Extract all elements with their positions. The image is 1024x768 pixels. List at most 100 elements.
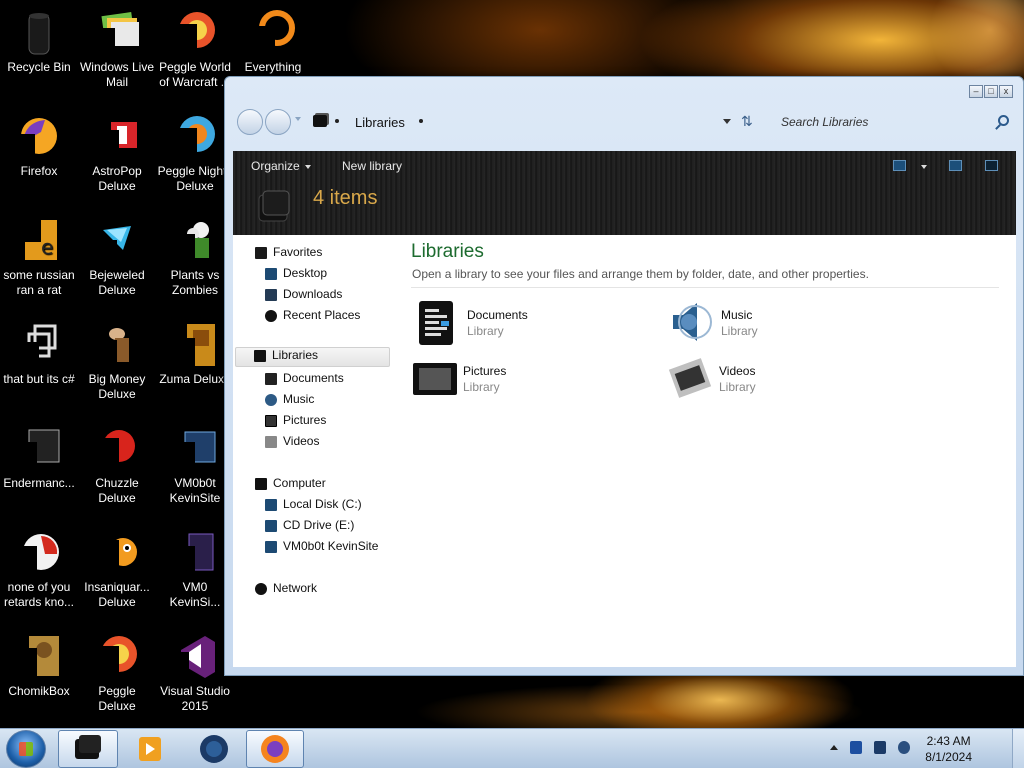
nav-item-recent-places[interactable]: Recent Places [265, 308, 360, 328]
recent-pages-dropdown[interactable] [295, 117, 301, 121]
show-desktop-button[interactable] [1012, 729, 1024, 768]
nav-item-computer[interactable]: Computer [255, 476, 326, 496]
nav-item-downloads[interactable]: Downloads [265, 287, 342, 307]
desktop-icon-astropop[interactable]: AstroPop Deluxe [78, 108, 156, 208]
library-documents[interactable]: Documents Library [415, 299, 655, 349]
breadcrumb-separator[interactable] [419, 119, 423, 123]
library-type: Library [463, 380, 500, 394]
desktop-icon-peggle-deluxe[interactable]: Peggle Deluxe [78, 628, 156, 728]
nav-item-libraries[interactable]: Libraries [235, 347, 390, 367]
nav-item-label: Libraries [272, 348, 319, 362]
network-drive-icon [265, 540, 277, 553]
taskbar-globe-app[interactable] [184, 730, 244, 768]
new-library-button[interactable]: New library [342, 159, 402, 173]
network-icon[interactable] [874, 741, 886, 754]
nav-item-music[interactable]: Music [265, 392, 314, 412]
taskbar-explorer[interactable] [58, 730, 118, 768]
library-videos[interactable]: Videos Library [667, 355, 907, 405]
nav-item-documents[interactable]: Documents [265, 371, 344, 391]
change-view-icon[interactable] [893, 160, 906, 171]
close-button[interactable]: x [999, 85, 1013, 98]
desktop-icon-label: none of you retards kno... [3, 580, 75, 609]
desktop-icon-label: VM0 KevinSi... [169, 580, 221, 609]
nav-item-label: Computer [273, 476, 326, 490]
desktop-icon-chomikbox[interactable]: ChomikBox [0, 628, 78, 728]
maximize-button[interactable]: □ [984, 85, 998, 98]
windows-live-mail-icon [93, 8, 141, 56]
desktop-icon-none-of-you[interactable]: none of you retards kno... [0, 524, 78, 624]
hard-drive-icon [265, 498, 277, 511]
desktop-icon-label: Big Money Deluxe [88, 372, 146, 401]
system-tray: 2:43 AM 8/1/2024 [824, 729, 1024, 768]
nav-item-label: Pictures [283, 413, 327, 427]
nav-item-label: Documents [283, 371, 344, 385]
that-but-its-csharp-icon [15, 320, 63, 368]
library-name: Music [721, 308, 753, 322]
desktop-icon-peggle-wow[interactable]: Peggle World of Warcraft ... [156, 4, 234, 104]
taskbar-firefox[interactable] [246, 730, 304, 768]
nav-item-pictures[interactable]: Pictures [265, 413, 326, 433]
desktop-icon-label: Endermanc... [3, 476, 75, 490]
nav-item-cd-drive[interactable]: CD Drive (E:) [265, 518, 354, 538]
refresh-icon[interactable]: ⇅ [741, 113, 753, 130]
pictures-icon [265, 414, 277, 427]
desktop-icon-zuma[interactable]: Zuma Deluxe [156, 316, 234, 416]
forward-button[interactable] [265, 109, 291, 135]
everything-icon [249, 8, 297, 56]
desktop-icon-plants-vs-zombies[interactable]: Plants vs Zombies [156, 212, 234, 312]
search-input[interactable]: Search Libraries [781, 115, 868, 129]
explorer-window[interactable]: – □ x Libraries ⇅ Search Libraries Organ… [224, 76, 1024, 676]
libraries-icon [254, 349, 266, 362]
bluetooth-icon[interactable] [850, 741, 862, 754]
desktop-icon-label: AstroPop Deluxe [92, 164, 142, 193]
library-pictures[interactable]: Pictures Library [411, 355, 651, 405]
desktop-icon-vm0-kevinsi[interactable]: VM0 KevinSi... [156, 524, 234, 624]
libraries-large-icon [255, 185, 295, 225]
start-button[interactable] [6, 730, 46, 768]
organize-button[interactable]: Organize [251, 159, 311, 173]
address-breadcrumb-libraries[interactable]: Libraries [355, 115, 405, 130]
nav-item-vm0b0t[interactable]: VM0b0t KevinSite [265, 539, 378, 559]
breadcrumb-separator[interactable] [335, 119, 339, 123]
nav-item-network[interactable]: Network [255, 581, 317, 601]
desktop-icon-visual-studio[interactable]: Visual Studio 2015 [156, 628, 234, 728]
back-button[interactable] [237, 109, 263, 135]
zuma-deluxe-icon [171, 320, 219, 368]
nav-item-label: Network [273, 581, 318, 595]
nav-item-videos[interactable]: Videos [265, 434, 319, 454]
address-dropdown[interactable] [723, 119, 731, 124]
taskbar-media-player[interactable] [120, 730, 180, 768]
minimize-button[interactable]: – [969, 85, 983, 98]
desktop-icon-endermanc[interactable]: Endermanc... [0, 420, 78, 520]
desktop-icon-chuzzle[interactable]: Chuzzle Deluxe [78, 420, 156, 520]
search-icon[interactable] [998, 115, 1009, 126]
vm0b0t-kevinsite-icon [171, 424, 219, 472]
nav-item-desktop[interactable]: Desktop [265, 266, 327, 286]
peggle-deluxe-icon [93, 632, 141, 680]
library-music[interactable]: Music Library [669, 299, 909, 349]
desktop-icon-insaniquarium[interactable]: Insaniquar... Deluxe [78, 524, 156, 624]
preview-pane-icon[interactable] [949, 160, 962, 171]
vm0-kevinsi-icon [171, 528, 219, 576]
none-of-you-icon [15, 528, 63, 576]
desktop-icon-recycle-bin[interactable]: Recycle Bin [0, 4, 78, 104]
cd-drive-icon [265, 519, 277, 532]
view-options-dropdown[interactable] [921, 165, 927, 169]
nav-item-favorites[interactable]: Favorites [255, 245, 322, 265]
desktop-icon-some-russian[interactable]: e some russian ran a rat [0, 212, 78, 312]
desktop-icon-windows-live-mail[interactable]: Windows Live Mail [78, 4, 156, 104]
nav-item-label: VM0b0t KevinSite [283, 539, 379, 553]
desktop-icon-big-money[interactable]: Big Money Deluxe [78, 316, 156, 416]
volume-icon[interactable] [898, 741, 910, 754]
downloads-icon [265, 288, 277, 301]
help-icon[interactable] [985, 160, 998, 171]
desktop-icon-vm0b0t[interactable]: VM0b0t KevinSite [156, 420, 234, 520]
clock[interactable]: 2:43 AM 8/1/2024 [925, 733, 972, 765]
desktop-icon-firefox[interactable]: Firefox [0, 108, 78, 208]
music-icon [265, 393, 277, 406]
nav-item-local-disk[interactable]: Local Disk (C:) [265, 497, 362, 517]
desktop-icon-that-but-its[interactable]: that but its c# [0, 316, 78, 416]
desktop-icon-peggle-nights[interactable]: Peggle Nights Deluxe [156, 108, 234, 208]
desktop-icon-bejeweled[interactable]: Bejeweled Deluxe [78, 212, 156, 312]
show-hidden-icons-icon[interactable] [830, 745, 838, 750]
